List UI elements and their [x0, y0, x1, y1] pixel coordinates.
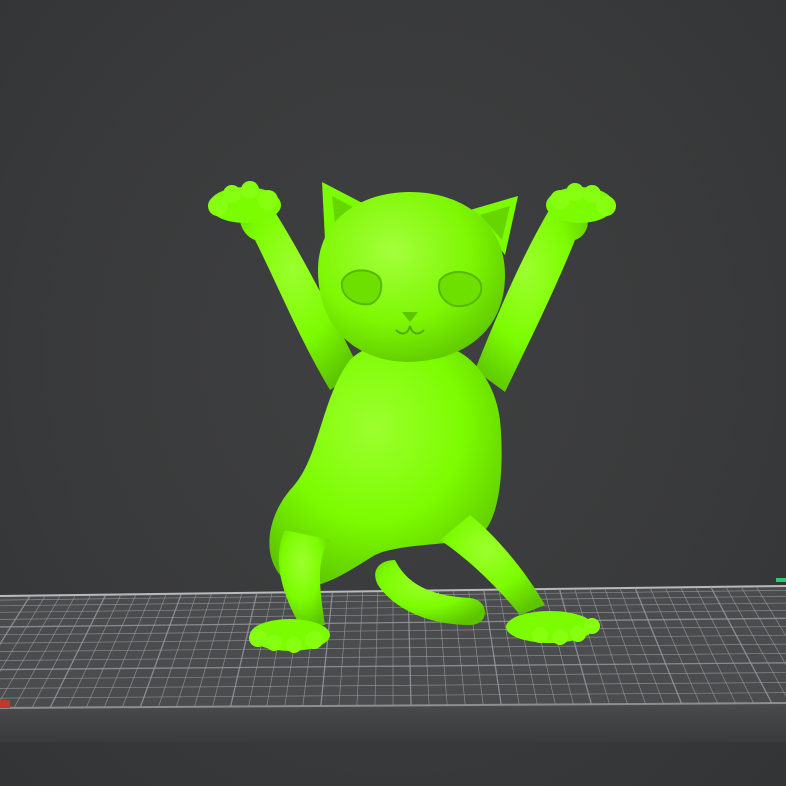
- cat-model[interactable]: [208, 181, 616, 653]
- cat-left-paw-up: [208, 181, 281, 223]
- scene-canvas[interactable]: [0, 0, 786, 786]
- cat-right-eye: [438, 271, 483, 308]
- build-plate-front-edge: [0, 703, 786, 742]
- axis-marker-green: [776, 578, 786, 582]
- axis-marker-red: [0, 700, 10, 708]
- build-plate: [0, 578, 786, 742]
- cat-right-paw-up: [546, 183, 616, 223]
- 3d-viewport[interactable]: [0, 0, 786, 786]
- cat-head: [318, 182, 518, 362]
